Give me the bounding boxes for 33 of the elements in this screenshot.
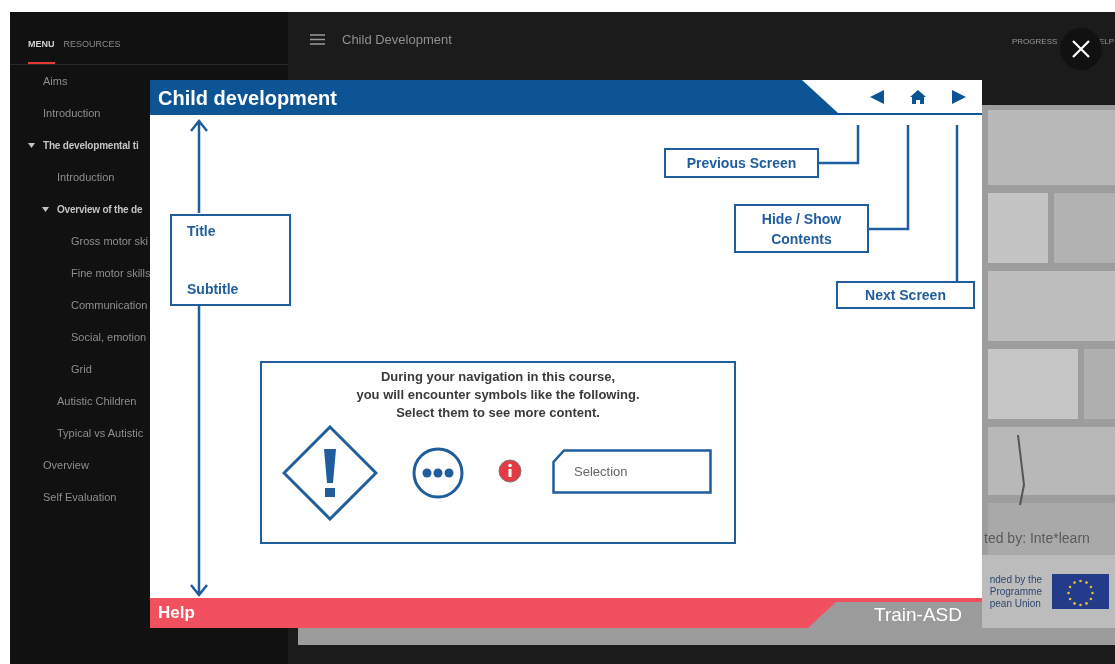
info-text: Select them to see more content. xyxy=(396,404,600,422)
leader-line xyxy=(819,125,860,165)
callout: Hide / Show Contents xyxy=(734,204,869,253)
brand-name: Train-ASD xyxy=(874,602,962,627)
sidebar-tab[interactable]: RESOURCES xyxy=(63,38,121,64)
callout: Next Screen xyxy=(836,281,975,309)
flag-icon xyxy=(1052,574,1109,609)
callout: Previous Screen xyxy=(664,148,819,178)
header-link[interactable]: ELP xyxy=(1098,36,1114,48)
info-icon[interactable] xyxy=(498,459,522,483)
callout-label: Subtitle xyxy=(187,280,240,299)
funding-text: Programme xyxy=(989,585,1042,598)
info-text: During your navigation in this course, xyxy=(381,368,615,386)
header-link[interactable]: PROGRESS xyxy=(1012,36,1058,48)
next-icon[interactable] xyxy=(952,89,966,104)
sidebar-tab[interactable]: MENU xyxy=(28,38,55,64)
course-title: Child Development xyxy=(342,31,452,49)
funding-text: pean Union xyxy=(989,597,1042,610)
dialog-title: Child development xyxy=(158,85,337,111)
info-text: you will encounter symbols like the following. xyxy=(356,386,640,404)
menu-item[interactable]: Overview of the de xyxy=(10,193,288,225)
menu-icon[interactable] xyxy=(310,34,325,45)
warning-icon[interactable] xyxy=(282,425,378,521)
funding-text: nded by the xyxy=(989,573,1042,586)
help-label[interactable]: Help xyxy=(158,600,195,626)
menu-item[interactable]: The developmental ti xyxy=(10,129,288,161)
home-icon[interactable] xyxy=(910,89,926,104)
close-icon xyxy=(1072,40,1090,58)
selection-tab[interactable]: Selection xyxy=(552,449,712,494)
photo-caption: ted by: Inte*learn xyxy=(984,529,1090,548)
previous-icon[interactable] xyxy=(870,89,884,104)
more-icon[interactable] xyxy=(412,447,464,499)
callout-label: Title xyxy=(187,222,217,241)
